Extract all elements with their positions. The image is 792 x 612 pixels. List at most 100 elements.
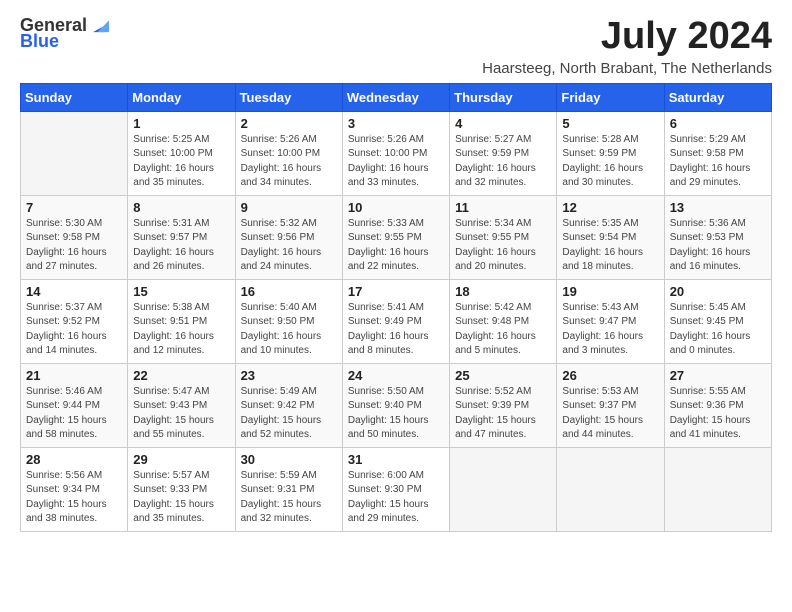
day-number: 12 bbox=[562, 200, 658, 215]
calendar-cell: 31Sunrise: 6:00 AM Sunset: 9:30 PM Dayli… bbox=[342, 447, 449, 531]
calendar-cell: 27 Sunrise: 5:55 AM Sunset: 9:36 PM Dayli… bbox=[664, 363, 771, 447]
day-info: Sunrise: 5:25 AM Sunset: 10:00 PM Daylig… bbox=[133, 133, 229, 191]
calendar-week-5: 28 Sunrise: 5:56 AM Sunset: 9:34 PM Dayli… bbox=[21, 447, 772, 531]
day-info: Sunrise: 6:00 AM Sunset: 9:30 PM Dayligh… bbox=[348, 469, 444, 527]
calendar-week-4: 21 Sunrise: 5:46 AM Sunset: 9:44 PM Dayli… bbox=[21, 363, 772, 447]
day-number: 21 bbox=[26, 368, 122, 383]
day-number: 13 bbox=[670, 200, 766, 215]
day-info: Sunrise: 5:50 AM Sunset: 9:40 PM Dayligh… bbox=[348, 385, 444, 443]
col-monday: Monday bbox=[128, 83, 235, 111]
day-number: 6 bbox=[670, 116, 766, 131]
day-info: Sunrise: 5:53 AM Sunset: 9:37 PM Dayligh… bbox=[562, 385, 658, 443]
calendar-cell: 15 Sunrise: 5:38 AM Sunset: 9:51 PM Dayli… bbox=[128, 279, 235, 363]
location-title: Haarsteeg, North Brabant, The Netherland… bbox=[482, 60, 772, 77]
day-number: 19 bbox=[562, 284, 658, 299]
day-info: Sunrise: 5:38 AM Sunset: 9:51 PM Dayligh… bbox=[133, 301, 229, 359]
calendar-cell: 30 Sunrise: 5:59 AM Sunset: 9:31 PM Dayli… bbox=[235, 447, 342, 531]
calendar-cell: 18 Sunrise: 5:42 AM Sunset: 9:48 PM Dayli… bbox=[450, 279, 557, 363]
col-thursday: Thursday bbox=[450, 83, 557, 111]
day-number: 3 bbox=[348, 116, 444, 131]
calendar-cell bbox=[21, 111, 128, 195]
day-info: Sunrise: 5:43 AM Sunset: 9:47 PM Dayligh… bbox=[562, 301, 658, 359]
header-row: Sunday Monday Tuesday Wednesday Thursday… bbox=[21, 83, 772, 111]
col-sunday: Sunday bbox=[21, 83, 128, 111]
calendar-cell: 16 Sunrise: 5:40 AM Sunset: 9:50 PM Dayli… bbox=[235, 279, 342, 363]
day-number: 18 bbox=[455, 284, 551, 299]
day-number: 20 bbox=[670, 284, 766, 299]
day-number: 24 bbox=[348, 368, 444, 383]
day-number: 2 bbox=[241, 116, 337, 131]
day-info: Sunrise: 5:45 AM Sunset: 9:45 PM Dayligh… bbox=[670, 301, 766, 359]
calendar-cell: 7 Sunrise: 5:30 AM Sunset: 9:58 PM Daylig… bbox=[21, 195, 128, 279]
day-info: Sunrise: 5:59 AM Sunset: 9:31 PM Dayligh… bbox=[241, 469, 337, 527]
day-info: Sunrise: 5:41 AM Sunset: 9:49 PM Dayligh… bbox=[348, 301, 444, 359]
day-number: 22 bbox=[133, 368, 229, 383]
day-number: 28 bbox=[26, 452, 122, 467]
calendar-cell: 9Sunrise: 5:32 AM Sunset: 9:56 PM Daylig… bbox=[235, 195, 342, 279]
col-friday: Friday bbox=[557, 83, 664, 111]
calendar-cell: 24 Sunrise: 5:50 AM Sunset: 9:40 PM Dayli… bbox=[342, 363, 449, 447]
day-info: Sunrise: 5:29 AM Sunset: 9:58 PM Dayligh… bbox=[670, 133, 766, 191]
day-info: Sunrise: 5:46 AM Sunset: 9:44 PM Dayligh… bbox=[26, 385, 122, 443]
logo-text-blue: Blue bbox=[20, 32, 59, 52]
day-info: Sunrise: 5:42 AM Sunset: 9:48 PM Dayligh… bbox=[455, 301, 551, 359]
calendar-cell: 20 Sunrise: 5:45 AM Sunset: 9:45 PM Dayli… bbox=[664, 279, 771, 363]
calendar-cell: 2 Sunrise: 5:26 AM Sunset: 10:00 PM Dayli… bbox=[235, 111, 342, 195]
day-number: 15 bbox=[133, 284, 229, 299]
header: General Blue July 2024 Haarsteeg, North … bbox=[20, 16, 772, 77]
day-number: 1 bbox=[133, 116, 229, 131]
calendar-cell: 3 Sunrise: 5:26 AM Sunset: 10:00 PM Dayli… bbox=[342, 111, 449, 195]
calendar-cell: 17Sunrise: 5:41 AM Sunset: 9:49 PM Dayli… bbox=[342, 279, 449, 363]
day-info: Sunrise: 5:31 AM Sunset: 9:57 PM Dayligh… bbox=[133, 217, 229, 275]
day-number: 7 bbox=[26, 200, 122, 215]
day-number: 9 bbox=[241, 200, 337, 215]
day-info: Sunrise: 5:30 AM Sunset: 9:58 PM Dayligh… bbox=[26, 217, 122, 275]
calendar-cell: 5 Sunrise: 5:28 AM Sunset: 9:59 PM Daylig… bbox=[557, 111, 664, 195]
logo-icon bbox=[90, 13, 112, 35]
day-info: Sunrise: 5:33 AM Sunset: 9:55 PM Dayligh… bbox=[348, 217, 444, 275]
calendar-cell: 14Sunrise: 5:37 AM Sunset: 9:52 PM Dayli… bbox=[21, 279, 128, 363]
day-info: Sunrise: 5:37 AM Sunset: 9:52 PM Dayligh… bbox=[26, 301, 122, 359]
day-info: Sunrise: 5:56 AM Sunset: 9:34 PM Dayligh… bbox=[26, 469, 122, 527]
calendar-table: Sunday Monday Tuesday Wednesday Thursday… bbox=[20, 83, 772, 532]
calendar-cell: 19 Sunrise: 5:43 AM Sunset: 9:47 PM Dayli… bbox=[557, 279, 664, 363]
calendar-cell: 1 Sunrise: 5:25 AM Sunset: 10:00 PM Dayli… bbox=[128, 111, 235, 195]
day-info: Sunrise: 5:26 AM Sunset: 10:00 PM Daylig… bbox=[348, 133, 444, 191]
col-tuesday: Tuesday bbox=[235, 83, 342, 111]
col-saturday: Saturday bbox=[664, 83, 771, 111]
day-number: 29 bbox=[133, 452, 229, 467]
calendar-cell bbox=[664, 447, 771, 531]
col-wednesday: Wednesday bbox=[342, 83, 449, 111]
day-number: 27 bbox=[670, 368, 766, 383]
day-info: Sunrise: 5:47 AM Sunset: 9:43 PM Dayligh… bbox=[133, 385, 229, 443]
calendar-cell: 13Sunrise: 5:36 AM Sunset: 9:53 PM Dayli… bbox=[664, 195, 771, 279]
calendar-cell: 8Sunrise: 5:31 AM Sunset: 9:57 PM Daylig… bbox=[128, 195, 235, 279]
calendar-cell: 25 Sunrise: 5:52 AM Sunset: 9:39 PM Dayli… bbox=[450, 363, 557, 447]
calendar-cell: 21 Sunrise: 5:46 AM Sunset: 9:44 PM Dayli… bbox=[21, 363, 128, 447]
day-number: 5 bbox=[562, 116, 658, 131]
calendar-cell: 4Sunrise: 5:27 AM Sunset: 9:59 PM Daylig… bbox=[450, 111, 557, 195]
calendar-cell: 10Sunrise: 5:33 AM Sunset: 9:55 PM Dayli… bbox=[342, 195, 449, 279]
page: General Blue July 2024 Haarsteeg, North … bbox=[0, 0, 792, 548]
day-info: Sunrise: 5:55 AM Sunset: 9:36 PM Dayligh… bbox=[670, 385, 766, 443]
month-title: July 2024 bbox=[482, 16, 772, 58]
calendar-cell: 29 Sunrise: 5:57 AM Sunset: 9:33 PM Dayli… bbox=[128, 447, 235, 531]
title-block: July 2024 Haarsteeg, North Brabant, The … bbox=[482, 16, 772, 77]
day-info: Sunrise: 5:57 AM Sunset: 9:33 PM Dayligh… bbox=[133, 469, 229, 527]
day-info: Sunrise: 5:26 AM Sunset: 10:00 PM Daylig… bbox=[241, 133, 337, 191]
day-info: Sunrise: 5:27 AM Sunset: 9:59 PM Dayligh… bbox=[455, 133, 551, 191]
day-info: Sunrise: 5:52 AM Sunset: 9:39 PM Dayligh… bbox=[455, 385, 551, 443]
day-number: 26 bbox=[562, 368, 658, 383]
day-number: 30 bbox=[241, 452, 337, 467]
calendar-cell bbox=[557, 447, 664, 531]
day-number: 16 bbox=[241, 284, 337, 299]
day-info: Sunrise: 5:28 AM Sunset: 9:59 PM Dayligh… bbox=[562, 133, 658, 191]
day-info: Sunrise: 5:40 AM Sunset: 9:50 PM Dayligh… bbox=[241, 301, 337, 359]
calendar-week-1: 1 Sunrise: 5:25 AM Sunset: 10:00 PM Dayli… bbox=[21, 111, 772, 195]
day-number: 23 bbox=[241, 368, 337, 383]
day-info: Sunrise: 5:49 AM Sunset: 9:42 PM Dayligh… bbox=[241, 385, 337, 443]
day-info: Sunrise: 5:35 AM Sunset: 9:54 PM Dayligh… bbox=[562, 217, 658, 275]
calendar-week-3: 14Sunrise: 5:37 AM Sunset: 9:52 PM Dayli… bbox=[21, 279, 772, 363]
day-number: 25 bbox=[455, 368, 551, 383]
day-info: Sunrise: 5:34 AM Sunset: 9:55 PM Dayligh… bbox=[455, 217, 551, 275]
